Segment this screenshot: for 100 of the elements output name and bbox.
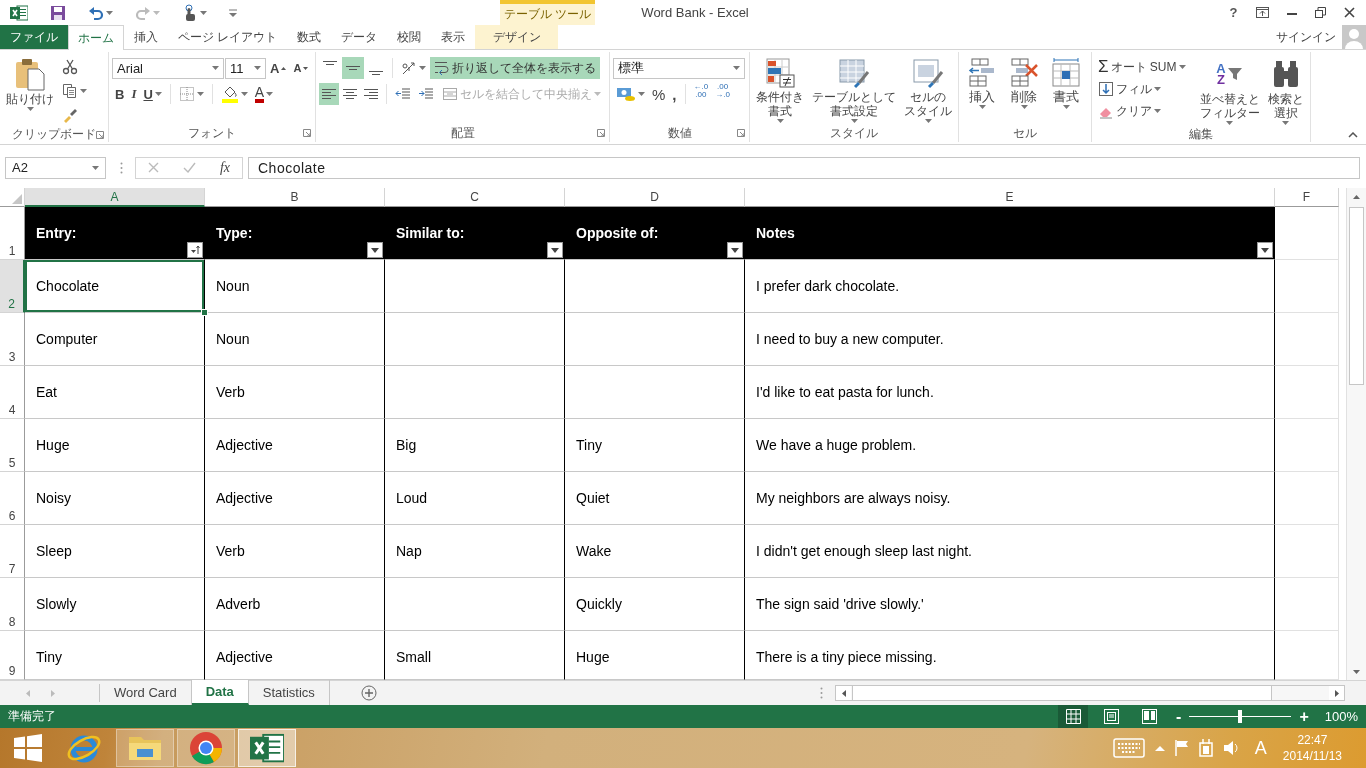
ribbon-tab[interactable]: 挿入 bbox=[124, 25, 168, 49]
formula-field[interactable]: Chocolate bbox=[248, 156, 1360, 179]
fill-handle[interactable] bbox=[201, 309, 208, 316]
hand-icon bbox=[182, 3, 198, 22]
sheet-tab[interactable]: Data bbox=[191, 680, 249, 705]
zoom-in-button[interactable]: + bbox=[1295, 707, 1313, 726]
zoom-slider-thumb[interactable] bbox=[1238, 710, 1243, 723]
view-button[interactable] bbox=[1058, 705, 1089, 728]
row-header[interactable]: 2 bbox=[0, 260, 25, 313]
align-left-button[interactable] bbox=[319, 83, 339, 105]
style-button[interactable]: テーブルとして 書式設定 bbox=[809, 56, 899, 124]
taskbar-app[interactable] bbox=[238, 729, 296, 767]
align-middle-button[interactable] bbox=[342, 57, 364, 79]
table-cell: Noun bbox=[205, 313, 385, 366]
italic-button[interactable]: I bbox=[128, 83, 140, 105]
percent-button[interactable]: % bbox=[649, 83, 669, 105]
save-button[interactable] bbox=[50, 4, 66, 21]
underline-button[interactable]: U bbox=[140, 83, 165, 105]
decimal-button[interactable]: .00 →.0 bbox=[712, 83, 733, 105]
table-cell: My neighbors are always noisy. bbox=[745, 472, 1275, 525]
windows-logo-icon bbox=[13, 734, 42, 762]
filter-button[interactable] bbox=[187, 242, 203, 258]
font-name-dropdown[interactable]: Arial bbox=[112, 57, 224, 79]
caret-icon bbox=[196, 92, 204, 96]
grid-cell bbox=[1275, 207, 1339, 260]
collapse-ribbon-button[interactable] bbox=[1348, 132, 1358, 138]
filter-button[interactable] bbox=[367, 242, 383, 258]
ribbon-tab[interactable]: ページ レイアウト bbox=[168, 25, 288, 49]
font-size-dropdown[interactable]: 11 bbox=[225, 57, 266, 79]
insert-function-button[interactable]: fx bbox=[219, 159, 230, 176]
caret-icon bbox=[731, 247, 739, 253]
table-cell: Sleep bbox=[25, 525, 205, 578]
ribbon-tab[interactable]: 数式 bbox=[287, 25, 332, 49]
scrollbar-thumb[interactable] bbox=[1349, 207, 1364, 385]
customize-button[interactable] bbox=[229, 8, 237, 17]
ribbon-tab[interactable]: ホーム bbox=[68, 25, 124, 50]
filter-button[interactable] bbox=[727, 242, 743, 258]
caret-icon bbox=[153, 10, 160, 15]
caret-icon bbox=[1154, 109, 1161, 113]
paste-button[interactable]: 貼り付け bbox=[3, 56, 57, 126]
table-cell: Tiny bbox=[565, 419, 745, 472]
file-tab[interactable]: ファイル bbox=[0, 25, 68, 49]
caret-icon bbox=[106, 10, 113, 15]
undo-button[interactable] bbox=[88, 4, 113, 21]
caret-icon bbox=[419, 66, 426, 70]
font-color-button[interactable]: A bbox=[251, 83, 277, 105]
table-cell: I need to buy a new computer. bbox=[745, 313, 1275, 366]
vertical-scrollbar[interactable] bbox=[1346, 188, 1366, 680]
ribbon-tab[interactable]: 校閲 bbox=[387, 25, 432, 49]
grid-cell bbox=[1275, 472, 1339, 525]
name-box[interactable]: A2 bbox=[5, 156, 106, 179]
row-header[interactable]: 8 bbox=[0, 578, 25, 631]
group-label: フォント bbox=[188, 124, 236, 142]
filter-button[interactable] bbox=[1257, 242, 1273, 258]
spreadsheet-icon bbox=[250, 732, 284, 764]
column-header[interactable]: F bbox=[1275, 188, 1339, 207]
row-header[interactable]: 6 bbox=[0, 472, 25, 525]
ribbon-tab[interactable]: デザイン bbox=[475, 25, 559, 49]
autosum-button[interactable]: Σ オート SUM bbox=[1095, 56, 1189, 78]
group-label: 編集 bbox=[1188, 126, 1213, 143]
filter-button[interactable] bbox=[547, 242, 563, 258]
sort-filter-button[interactable]: A Z 並べ替えと フィルター bbox=[1196, 56, 1263, 126]
grow-font-button[interactable]: A bbox=[267, 57, 290, 79]
scrollbar-thumb[interactable] bbox=[852, 686, 1272, 700]
header-label: Type: bbox=[216, 225, 253, 242]
comma-button[interactable]: , bbox=[669, 83, 680, 105]
grip-icon bbox=[120, 161, 123, 174]
cells-button[interactable]: 挿入 bbox=[962, 56, 1002, 124]
caret-icon bbox=[978, 105, 986, 109]
zoom-level-button[interactable]: 100% bbox=[1324, 709, 1358, 724]
window-title: Word Bank - Excel bbox=[640, 5, 750, 20]
ribbon-tab[interactable]: データ bbox=[331, 25, 388, 49]
row-header[interactable]: 3 bbox=[0, 313, 25, 366]
taskbar-app[interactable] bbox=[177, 729, 235, 767]
cells-button[interactable]: 書式 bbox=[1046, 56, 1086, 124]
column-header[interactable]: A bbox=[25, 188, 205, 207]
cells-button[interactable]: 削除 bbox=[1004, 56, 1044, 124]
find-select-button[interactable]: 検索と 選択 bbox=[1264, 56, 1307, 126]
ribbon-tab[interactable]: 表示 bbox=[431, 25, 476, 49]
sign-in-link[interactable]: サインイン bbox=[1276, 28, 1336, 46]
style-button[interactable]: セルの スタイル bbox=[901, 56, 955, 124]
touch-mode-button[interactable] bbox=[182, 3, 207, 22]
help-button[interactable]: ? bbox=[1219, 0, 1248, 25]
wrap-text-button[interactable]: 折り返して全体を表示する bbox=[430, 57, 600, 79]
number-format-dropdown[interactable]: 標準 bbox=[613, 57, 745, 79]
row-header[interactable]: 5 bbox=[0, 419, 25, 472]
bold-button[interactable]: B bbox=[112, 83, 128, 105]
clear-button[interactable]: クリア bbox=[1095, 100, 1189, 122]
row-header[interactable]: 7 bbox=[0, 525, 25, 578]
dialog-launcher-icon bbox=[96, 130, 104, 139]
decimal-button[interactable]: ←.0 .00 bbox=[690, 83, 712, 105]
table-cell: Wake bbox=[565, 525, 745, 578]
caret-icon bbox=[154, 92, 162, 96]
shrink-font-button[interactable]: A bbox=[290, 57, 312, 79]
horizontal-scrollbar[interactable] bbox=[835, 685, 1345, 701]
zoom-out-button[interactable]: - bbox=[1172, 707, 1186, 726]
fill-button[interactable]: フィル bbox=[1095, 78, 1189, 100]
group-label: スタイル bbox=[830, 124, 878, 142]
style-button[interactable]: 条件付き 書式 bbox=[753, 56, 807, 124]
row-header[interactable]: 4 bbox=[0, 366, 25, 419]
